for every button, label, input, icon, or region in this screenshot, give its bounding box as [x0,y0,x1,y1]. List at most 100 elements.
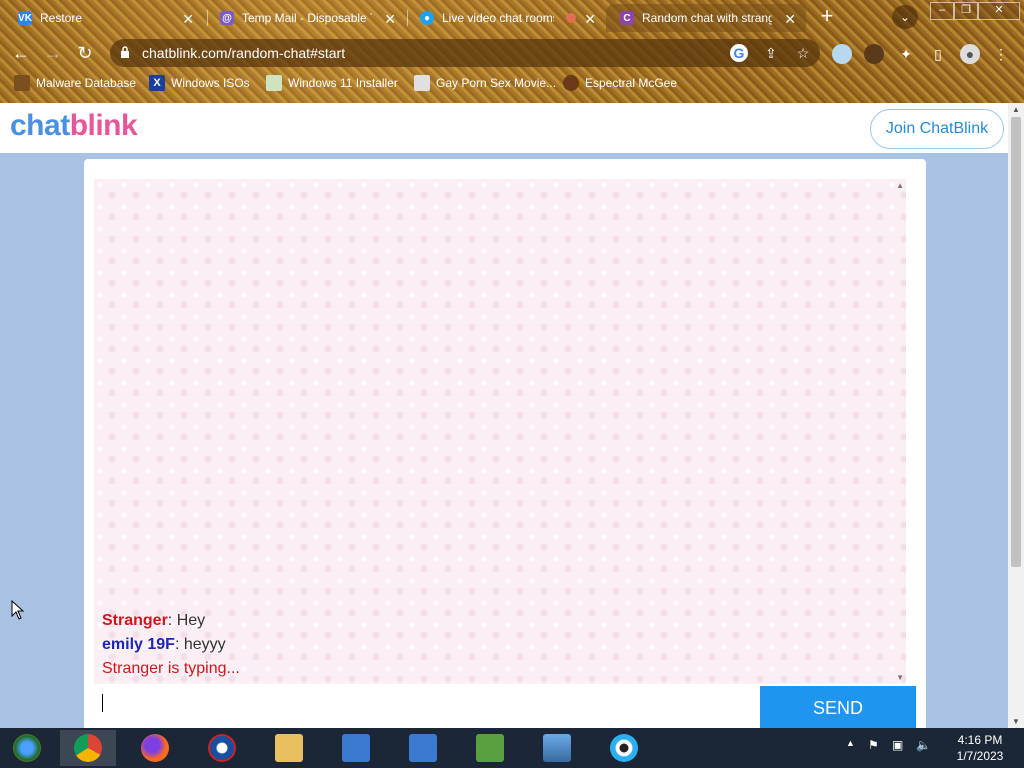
menu-kebab-icon[interactable]: ⋮ [994,44,1008,64]
message-text: : heyyy [174,636,226,653]
recording-icon [566,13,576,23]
chat-log[interactable]: ▲ Stranger: Hey emily 19F: heyyy Strange… [94,179,906,684]
side-panel-icon[interactable]: ▯ [928,44,948,64]
taskbar-obama-app[interactable] [194,730,250,766]
clock-date: 1/7/2023 [956,749,1004,763]
vk-icon: VK [18,11,32,25]
taskbar-chrome[interactable] [60,730,116,766]
taskbar-network-app[interactable] [462,730,518,766]
character-icon [563,75,579,91]
taskbar-setup-app-2[interactable] [395,730,451,766]
reload-icon[interactable]: ↻ [74,42,96,64]
folder-icon [275,734,303,762]
share-icon[interactable]: ⇪ [762,44,780,62]
close-tab-icon[interactable]: ✕ [784,11,796,28]
chatblink-logo[interactable]: chatblink [10,109,138,143]
message-sender: emily 19F [102,636,175,653]
google-icon[interactable]: G [730,44,748,62]
typing-indicator: Stranger is typing... [102,660,240,677]
back-icon[interactable]: ← [10,42,32,64]
tab-temp-mail[interactable]: @ Temp Mail - Disposable Te ✕ [206,4,406,32]
picture-icon [543,734,571,762]
taskbar-image-viewer[interactable] [529,730,585,766]
message-input[interactable] [94,686,758,728]
page-scrollbar[interactable]: ▲ ▼ [1008,103,1024,728]
tab-random-chat[interactable]: C Random chat with strange ✕ [606,4,806,32]
chat-message: emily 19F: heyyy [102,636,226,654]
chrome-icon [74,734,102,762]
scroll-down-icon[interactable]: ▼ [896,673,904,682]
restore-window-icon[interactable]: ❐ [954,2,978,20]
bookmark-malware-database[interactable]: Malware Database [14,75,136,91]
tab-title: Random chat with strange [642,11,772,25]
tab-title: Temp Mail - Disposable Te [242,11,372,25]
volume-icon[interactable]: 🔈 [916,738,931,752]
scroll-up-icon[interactable]: ▲ [1012,105,1020,114]
profile-extension-icon[interactable] [864,44,884,64]
address-bar[interactable]: chatblink.com/random-chat#start G ⇪ ☆ [110,39,820,67]
close-tab-icon[interactable]: ✕ [182,11,194,28]
close-tab-icon[interactable]: ✕ [384,11,396,28]
scroll-down-icon[interactable]: ▼ [1012,717,1020,726]
windows-orb-icon [13,734,41,762]
extensions-puzzle-icon[interactable]: ✦ [896,44,916,64]
new-tab-icon[interactable]: + [815,5,839,28]
page-content: chatblink Join ChatBlink ▲ Stranger: Hey… [0,103,1008,728]
scroll-up-icon[interactable]: ▲ [896,181,904,190]
chat-message: Stranger: Hey [102,612,205,630]
tab-search-icon[interactable]: ⌄ [892,5,918,29]
close-tab-icon[interactable]: ✕ [584,11,596,28]
taskbar-firefox[interactable] [127,730,183,766]
tab-restore[interactable]: VK Restore ✕ [4,4,204,32]
send-button[interactable]: SEND [760,686,916,728]
bookmark-favicon-icon [414,75,430,91]
minimize-icon[interactable]: – [930,2,954,20]
bookmark-label: Espectral McGee [585,76,678,90]
bookmark-espectral-mcgee[interactable]: Espectral McGee [563,75,677,91]
image-file-icon [266,75,282,91]
chat-panel: ▲ Stranger: Hey emily 19F: heyyy Strange… [84,159,926,728]
taskbar-file-explorer[interactable] [261,730,317,766]
mouse-pointer-icon [11,600,25,620]
system-clock[interactable]: 4:16 PM 1/7/2023 [950,732,1010,764]
bookmark-star-icon[interactable]: ☆ [794,44,812,62]
installer-icon [409,734,437,762]
close-window-icon[interactable]: ✕ [978,2,1020,20]
lock-icon [121,46,129,58]
account-avatar-icon[interactable]: ● [960,44,980,64]
bookmark-movie-site[interactable]: Gay Porn Sex Movie... [414,75,556,91]
taskbar-live-chat[interactable] [596,730,652,766]
bookmark-label: Malware Database [36,76,137,90]
network-users-icon [476,734,504,762]
at-icon: @ [220,11,234,25]
clock-time: 4:16 PM [957,733,1003,747]
forward-icon[interactable]: → [42,42,64,64]
taskbar: ▲ ⚑ ▣ 🔈 4:16 PM 1/7/2023 [0,728,1024,768]
x-logo-icon: X [149,75,165,91]
site-header: chatblink Join ChatBlink [0,103,1008,155]
bookmarks-bar: Malware Database X Windows ISOs Windows … [0,72,1024,96]
tab-title: Restore [40,11,83,25]
chatblink-favicon-icon: C [620,11,634,25]
live-chat-icon: ● [420,11,434,25]
text-caret [102,694,103,712]
bookmark-windows-11-installer[interactable]: Windows 11 Installer [266,75,398,91]
tray-expand-icon[interactable]: ▲ [846,738,855,748]
network-icon[interactable]: ▣ [892,738,903,752]
bookmark-label: Windows 11 Installer [288,76,398,90]
bookmark-favicon-icon [14,75,30,91]
action-center-flag-icon[interactable]: ⚑ [868,738,879,752]
bookmark-label: Windows ISOs [171,76,250,90]
taskbar-setup-app-1[interactable] [328,730,384,766]
tab-strip: VK Restore ✕ @ Temp Mail - Disposable Te… [0,0,1024,34]
tab-live-video[interactable]: ● Live video chat rooms ✕ [406,4,606,32]
start-button[interactable] [0,730,54,766]
scrollbar-thumb[interactable] [1011,117,1021,567]
bookmark-windows-isos[interactable]: X Windows ISOs [149,75,250,91]
browser-chrome: VK Restore ✕ @ Temp Mail - Disposable Te… [0,0,1024,103]
campaign-logo-icon [208,734,236,762]
live-chat-icon [610,734,638,762]
firefox-icon [141,734,169,762]
join-chatblink-button[interactable]: Join ChatBlink [870,109,1004,149]
extension-flag-icon[interactable] [832,44,852,64]
